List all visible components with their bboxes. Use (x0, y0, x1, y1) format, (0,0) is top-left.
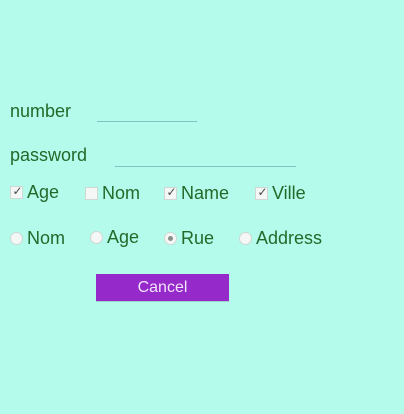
checkbox-ville-box[interactable]: ✓ (255, 184, 268, 200)
radio-nom-label: Nom (27, 228, 66, 248)
checkbox-age[interactable]: ✓ Age (10, 182, 59, 202)
radio-selected-dot (168, 235, 173, 241)
radio-rue-label: Rue (181, 228, 215, 248)
radio-age-circle[interactable] (90, 230, 103, 244)
radio-address[interactable]: Address (239, 228, 322, 248)
checkmark-icon: ✓ (257, 184, 268, 199)
checkbox-name[interactable]: ✓ Name (164, 183, 229, 203)
checkbox-nom[interactable]: Nom (85, 183, 140, 203)
checkmark-icon: ✓ (12, 183, 23, 198)
password-input[interactable] (115, 146, 296, 167)
radio-nom[interactable]: Nom (10, 228, 65, 248)
radio-nom-circle[interactable] (10, 231, 23, 245)
radio-rue-circle[interactable] (164, 231, 177, 245)
radio-age[interactable]: Age (90, 227, 139, 247)
checkbox-ville[interactable]: ✓ Ville (255, 183, 306, 203)
checkbox-name-box[interactable]: ✓ (164, 184, 177, 200)
radio-address-circle[interactable] (239, 231, 252, 245)
number-label: number (10, 101, 72, 121)
checkbox-nom-label: Nom (102, 183, 141, 203)
checkmark-icon: ✓ (166, 184, 177, 199)
checkbox-nom-box[interactable] (85, 186, 98, 200)
checkbox-age-box[interactable]: ✓ (10, 183, 23, 199)
number-input[interactable] (97, 101, 197, 122)
checkbox-ville-label: Ville (272, 183, 306, 203)
radio-age-label: Age (107, 227, 140, 247)
password-label: password (10, 145, 88, 165)
cancel-button[interactable]: Cancel (96, 274, 229, 301)
checkbox-name-label: Name (181, 183, 230, 203)
checkbox-age-label: Age (27, 182, 60, 202)
radio-rue[interactable]: Rue (164, 228, 214, 248)
radio-address-label: Address (256, 228, 323, 248)
